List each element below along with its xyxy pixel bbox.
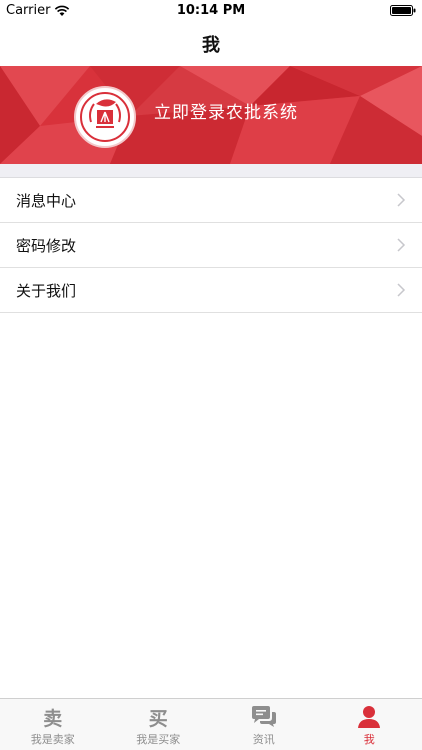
battery-icon [390,5,416,16]
tab-seller[interactable]: 卖 我是卖家 [0,699,106,750]
logo-emblem-icon [80,92,130,142]
clock: 10:14 PM [176,3,246,18]
tab-news[interactable]: 资讯 [211,699,317,750]
sell-icon: 卖 [43,707,63,730]
tab-label: 我是卖家 [30,733,75,746]
section-separator [0,164,422,178]
buy-icon: 买 [148,707,168,730]
tab-label: 我 [363,733,375,746]
menu-item-label: 关于我们 [16,281,77,300]
tab-me[interactable]: 我 [317,699,422,750]
login-prompt[interactable]: 立即登录农批系统 [154,98,298,123]
menu-item-change-password[interactable]: 密码修改 [0,223,422,268]
menu-item-messages[interactable]: 消息中心 [0,178,422,223]
page-title: 我 [202,35,220,56]
chevron-right-icon [397,283,406,297]
tab-label: 我是买家 [136,733,181,746]
chevron-right-icon [397,238,406,252]
chat-bubbles-icon [249,705,279,729]
status-bar: Carrier 10:14 PM [0,0,422,22]
app-logo [74,86,136,148]
tab-buyer[interactable]: 买 我是买家 [106,699,212,750]
settings-menu: 消息中心 密码修改 关于我们 [0,178,422,313]
tab-label: 资讯 [252,733,275,746]
menu-item-label: 密码修改 [16,236,77,255]
tab-bar: 卖 我是卖家 买 我是买家 资讯 我 [0,698,422,750]
navigation-bar: 我 [0,22,422,66]
chevron-right-icon [397,193,406,207]
menu-item-about-us[interactable]: 关于我们 [0,268,422,313]
menu-item-label: 消息中心 [16,191,77,210]
person-icon [354,705,384,729]
